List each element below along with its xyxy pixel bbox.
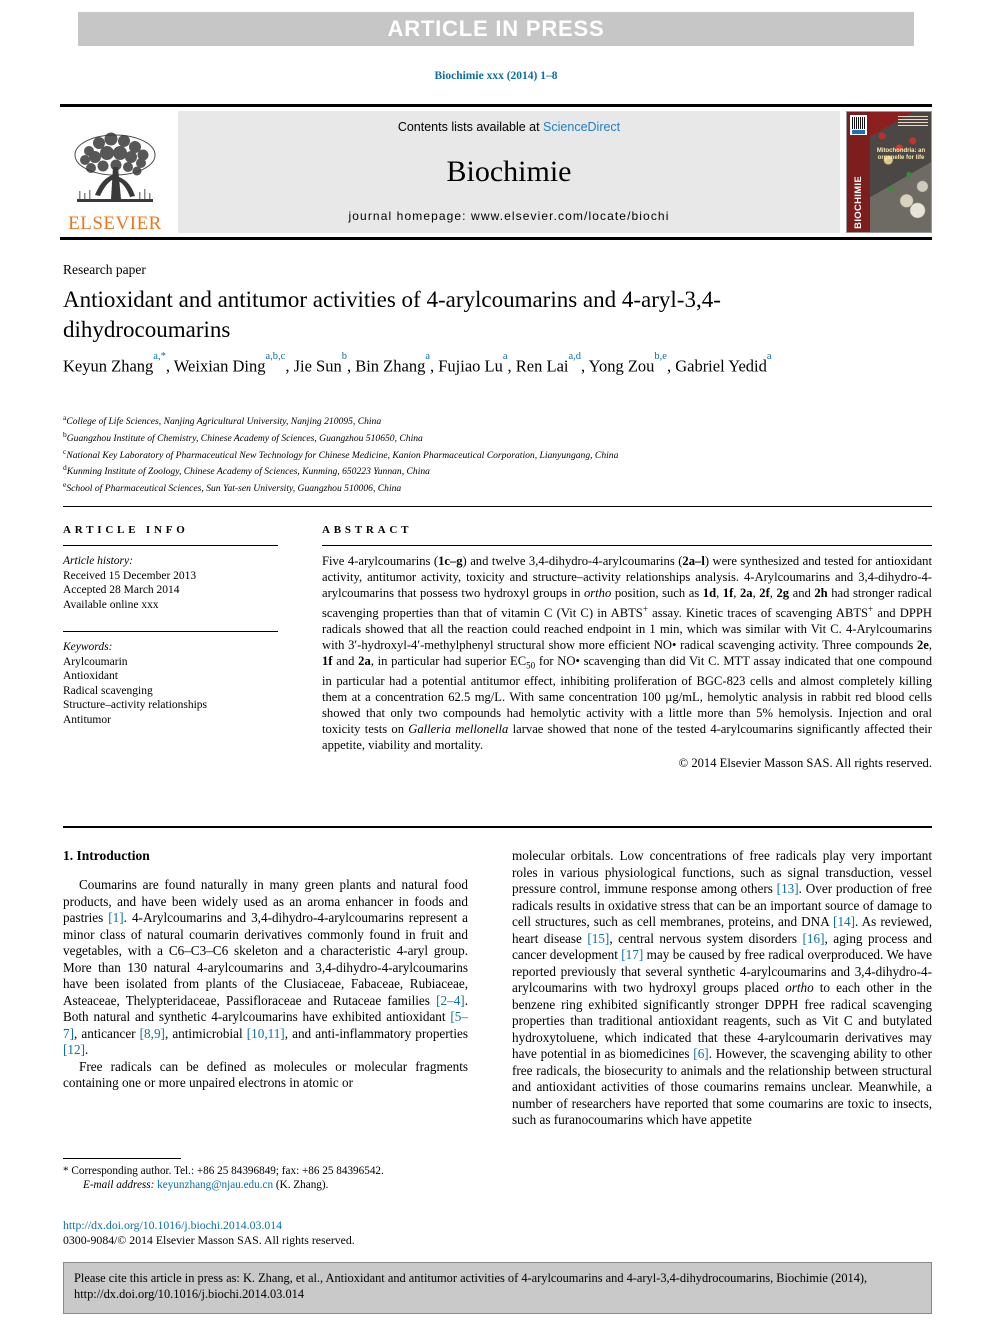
- paragraph: Coumarins are found naturally in many gr…: [63, 877, 468, 1057]
- keyword-item: Radical scavenging: [63, 684, 153, 697]
- keyword-item: Antitumor: [63, 713, 111, 726]
- cover-caption: Mitochondria: an organelle for life: [876, 148, 926, 161]
- cover-header-lines: [898, 116, 928, 126]
- journal-reference-line: Biochimie xxx (2014) 1–8: [434, 70, 558, 82]
- cover-spine-title: BIOCHIMIE: [853, 176, 864, 229]
- body-column-left: 1. Introduction Coumarins are found natu…: [63, 848, 468, 1092]
- email-suffix: (K. Zhang).: [275, 1179, 329, 1191]
- keywords-group: Keywords: Arylcoumarin Antioxidant Radic…: [63, 631, 278, 727]
- paragraph: Free radicals can be defined as molecule…: [63, 1058, 468, 1091]
- article-in-press-label: ARTICLE IN PRESS: [387, 16, 605, 41]
- journal-masthead: ELSEVIER Contents lists available at Sci…: [60, 104, 932, 240]
- affiliation-text: School of Pharmaceutical Sciences, Sun Y…: [66, 483, 402, 495]
- article-info-heading: ARTICLE INFO: [63, 524, 189, 536]
- affiliation-item: dKunming Institute of Zoology, Chinese A…: [63, 462, 923, 479]
- journal-cover-thumbnail: Mitochondria: an organelle for life BIOC…: [846, 111, 932, 233]
- abstract-heading: ABSTRACT: [322, 524, 413, 536]
- affiliation-item: eSchool of Pharmaceutical Sciences, Sun …: [63, 479, 923, 496]
- keyword-item: Structure–activity relationships: [63, 699, 208, 711]
- citation-notice-box: Please cite this article in press as: K.…: [63, 1262, 932, 1314]
- abstract-block: ABSTRACT Five 4-arylcoumarins (1c–g) and…: [322, 524, 932, 771]
- affiliation-list: aCollege of Life Sciences, Nanjing Agric…: [63, 412, 923, 496]
- sciencedirect-link[interactable]: ScienceDirect: [543, 120, 620, 134]
- corresponding-author-footnote: * Corresponding author. Tel.: +86 25 843…: [63, 1158, 468, 1192]
- elsevier-logo: ELSEVIER: [60, 107, 170, 237]
- keywords-label: Keywords:: [63, 641, 113, 653]
- article-in-press-banner: ARTICLE IN PRESS: [78, 12, 914, 46]
- keyword-item: Antioxidant: [63, 670, 118, 682]
- abstract-text: Five 4-arylcoumarins (1c–g) and twelve 3…: [322, 554, 933, 752]
- article-history-item: Received 15 December 2013: [63, 569, 197, 582]
- affiliation-text: Guangzhou Institute of Chemistry, Chines…: [66, 432, 423, 444]
- article-history-group: Article history: Received 15 December 20…: [63, 545, 278, 612]
- affiliation-item: aCollege of Life Sciences, Nanjing Agric…: [63, 412, 923, 429]
- masthead-center-panel: Contents lists available at ScienceDirec…: [178, 111, 840, 233]
- article-info-block: ARTICLE INFO Article history: Received 1…: [63, 524, 278, 727]
- affiliation-item: cNational Key Laboratory of Pharmaceutic…: [63, 446, 923, 463]
- abstract-body-group: Five 4-arylcoumarins (1c–g) and twelve 3…: [322, 545, 932, 771]
- issn-copyright-line: 0300-9084/© 2014 Elsevier Masson SAS. Al…: [63, 1232, 355, 1247]
- paragraph: molecular orbitals. Low concentrations o…: [512, 848, 933, 1127]
- affiliation-item: bGuangzhou Institute of Chemistry, Chine…: [63, 429, 923, 446]
- divider-below-abstract: [63, 826, 932, 828]
- journal-homepage-line[interactable]: journal homepage: www.elsevier.com/locat…: [349, 209, 670, 223]
- email-link[interactable]: keyunzhang@njau.edu.cn: [157, 1179, 273, 1191]
- article-type: Research paper: [63, 262, 146, 277]
- section-heading-introduction: 1. Introduction: [63, 848, 150, 863]
- body-column-right: molecular orbitals. Low concentrations o…: [512, 848, 932, 1129]
- page-title: Antioxidant and antitumor activities of …: [63, 287, 721, 342]
- contents-prefix: Contents lists available at: [397, 120, 544, 134]
- article-history-item: Available online xxx: [63, 598, 159, 611]
- citation-notice-text: Please cite this article in press as: K.…: [74, 1271, 868, 1301]
- elsevier-tree-icon: [74, 132, 156, 202]
- doi-block: http://dx.doi.org/10.1016/j.biochi.2014.…: [63, 1218, 503, 1247]
- email-label: E-mail address:: [83, 1179, 155, 1191]
- email-line: E-mail address: keyunzhang@njau.edu.cn (…: [63, 1178, 468, 1192]
- journal-title: Biochimie: [446, 154, 572, 188]
- article-history-label: Article history:: [63, 555, 133, 567]
- footnote-divider: [63, 1158, 181, 1159]
- article-history-item: Accepted 28 March 2014: [63, 584, 180, 596]
- keyword-item: Arylcoumarin: [63, 655, 128, 668]
- doi-link[interactable]: http://dx.doi.org/10.1016/j.biochi.2014.…: [63, 1218, 503, 1233]
- abstract-copyright: © 2014 Elsevier Masson SAS. All rights r…: [678, 755, 932, 770]
- cover-artwork: [870, 112, 931, 232]
- elsevier-wordmark: ELSEVIER: [68, 213, 162, 234]
- author-list: Keyun Zhanga,*, Weixian Dinga,b,c, Jie S…: [63, 351, 772, 376]
- affiliation-text: Kunming Institute of Zoology, Chinese Ac…: [66, 466, 430, 478]
- contents-available-line: Contents lists available at ScienceDirec…: [398, 120, 620, 134]
- affiliation-text: National Key Laboratory of Pharmaceutica…: [66, 449, 619, 461]
- corresponding-author-line: * Corresponding author. Tel.: +86 25 843…: [63, 1165, 384, 1177]
- cover-barcode-icon: [850, 115, 867, 135]
- divider-above-info: [63, 506, 932, 507]
- affiliation-text: College of Life Sciences, Nanjing Agricu…: [66, 416, 382, 428]
